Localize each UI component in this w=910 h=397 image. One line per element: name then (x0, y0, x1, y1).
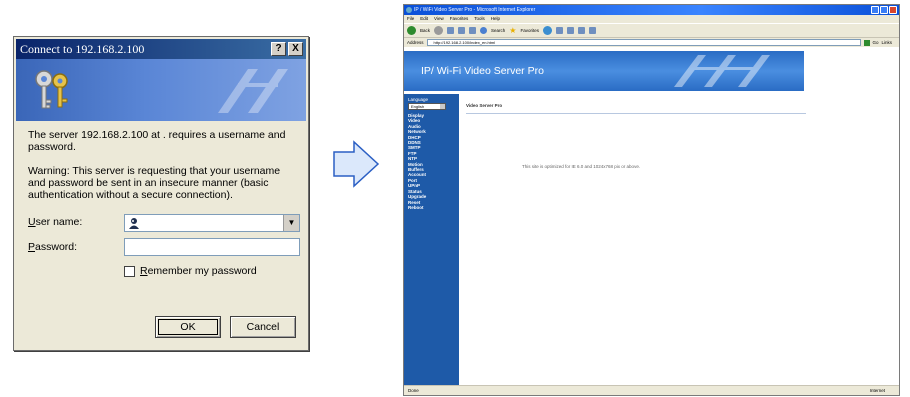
history-icon[interactable] (555, 27, 563, 34)
prompt-text: The server 192.168.2.100 at . requires a… (28, 129, 286, 153)
page-banner: IP/ Wi-Fi Video Server Pro (404, 51, 804, 91)
remember-password-label[interactable]: Remember my password (140, 265, 257, 277)
browser-toolbar: Back Search ★ Favorites (404, 23, 899, 37)
browser-title-bar[interactable]: IP / WiFi Video Server Pro - Microsoft I… (404, 5, 899, 15)
close-button[interactable]: X (288, 42, 303, 56)
address-label: Address (407, 40, 424, 45)
banner-title: IP/ Wi-Fi Video Server Pro (421, 65, 544, 77)
page-content: IP/ Wi-Fi Video Server Pro Language Engl… (404, 49, 899, 394)
nav-item-upgrade[interactable]: Upgrade (408, 194, 426, 199)
ie-icon (406, 7, 412, 13)
print-icon[interactable] (577, 27, 585, 34)
window-controls (871, 6, 897, 14)
address-input[interactable]: http://192.168.2.100/index_en.html (426, 39, 861, 46)
help-button[interactable]: ? (271, 42, 286, 56)
edit-icon[interactable] (588, 27, 596, 34)
language-label: Language (408, 97, 429, 102)
warning-text: Warning: This server is requesting that … (28, 165, 281, 201)
media-icon[interactable] (542, 26, 552, 35)
language-select[interactable]: English (408, 103, 446, 110)
browser-title: IP / WiFi Video Server Pro - Microsoft I… (414, 7, 536, 13)
browser-window: IP / WiFi Video Server Pro - Microsoft I… (403, 4, 900, 396)
address-bar: Address http://192.168.2.100/index_en.ht… (404, 37, 899, 47)
menu-help[interactable]: Help (491, 15, 500, 23)
maximize-icon[interactable] (880, 6, 888, 14)
stop-icon[interactable] (447, 27, 455, 34)
dialog-title: Connect to 192.168.2.100 (20, 42, 145, 56)
close-icon[interactable] (889, 6, 897, 14)
status-text: Done (408, 388, 419, 393)
go-icon[interactable] (863, 39, 870, 46)
cancel-button[interactable]: Cancel (230, 316, 296, 338)
internet-zone: Internet (869, 388, 885, 393)
password-field[interactable] (124, 238, 300, 256)
refresh-icon[interactable] (458, 27, 466, 34)
nav-list: Display Video Audio Network DHCP DDNS SM… (408, 113, 426, 210)
back-icon[interactable] (407, 26, 416, 35)
dialog-title-bar[interactable]: Connect to 192.168.2.100 ? X (16, 39, 306, 59)
banner-pattern (218, 69, 288, 113)
login-dialog: Connect to 192.168.2.100 ? X The server … (13, 36, 309, 351)
content-title: Video Server Pro (466, 103, 503, 108)
username-combobox[interactable]: ▼ (124, 214, 300, 232)
minimize-icon[interactable] (871, 6, 879, 14)
keys-icon (35, 70, 68, 109)
home-icon[interactable] (469, 27, 477, 34)
nav-item-reboot[interactable]: Reboot (408, 205, 426, 210)
menu-tools[interactable]: Tools (474, 15, 485, 23)
mail-icon[interactable] (566, 27, 574, 34)
chevron-down-icon[interactable]: ▼ (283, 215, 299, 231)
user-avatar-icon (129, 218, 139, 229)
nav-item-network[interactable]: Network (408, 129, 426, 134)
status-bar: Done Internet (404, 385, 899, 395)
go-label[interactable]: Go (873, 40, 879, 45)
dialog-banner (16, 59, 306, 121)
arrow-right-icon (333, 140, 380, 188)
ok-button[interactable]: OK (155, 316, 221, 338)
menu-edit[interactable]: Edit (420, 15, 428, 23)
favorites-label[interactable]: Favorites (520, 28, 539, 33)
search-label[interactable]: Search (491, 28, 505, 33)
favorites-icon[interactable]: ★ (509, 26, 516, 35)
password-label: Password: (28, 241, 78, 253)
search-icon[interactable] (480, 27, 488, 34)
banner-pattern (674, 55, 770, 87)
links-label[interactable]: Links (882, 40, 893, 45)
content-divider (466, 113, 806, 114)
optimization-note: This site is optimized for IE 6.0 and 10… (522, 164, 641, 169)
forward-icon[interactable] (434, 26, 444, 35)
menu-view[interactable]: View (434, 15, 444, 23)
menu-favorites[interactable]: Favorites (450, 15, 469, 23)
remember-password-checkbox[interactable] (124, 266, 135, 277)
menu-bar: File Edit View Favorites Tools Help (404, 15, 899, 23)
menu-file[interactable]: File (407, 15, 414, 23)
username-label: User name: (28, 216, 83, 228)
left-navigation: Language English Display Video Audio Net… (404, 94, 459, 394)
back-label[interactable]: Back (420, 28, 430, 33)
